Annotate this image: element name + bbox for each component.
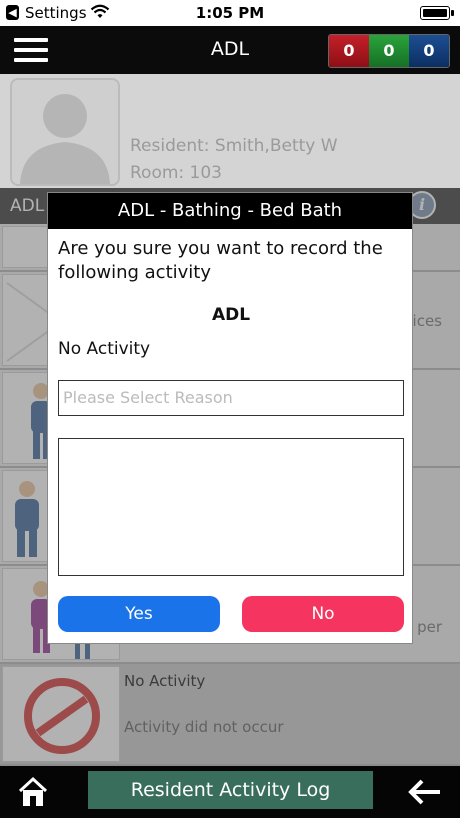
dialog-title: ADL - Bathing - Bed Bath — [48, 193, 412, 229]
dialog-message: Are you sure you want to record the foll… — [58, 238, 383, 283]
yes-button[interactable]: Yes — [58, 596, 220, 632]
confirm-activity-dialog: ADL - Bathing - Bed Bath Are you sure yo… — [47, 192, 413, 644]
blue-counter-badge[interactable]: 0 — [409, 35, 449, 67]
resident-name: Resident: Smith,Betty W — [130, 136, 338, 156]
status-bar: ◀ Settings 1:05 PM — [0, 0, 460, 26]
battery-icon — [420, 6, 454, 20]
home-icon[interactable] — [18, 776, 48, 808]
red-counter-badge[interactable]: 0 — [329, 35, 369, 67]
resident-activity-log-button[interactable]: Resident Activity Log — [88, 771, 373, 809]
back-arrow-icon[interactable] — [408, 778, 442, 806]
app-header: ADL 0 0 0 — [0, 26, 460, 74]
resident-avatar — [10, 78, 120, 186]
dialog-category: ADL — [211, 305, 251, 325]
notes-textarea[interactable] — [58, 438, 404, 576]
resident-panel: Resident: Smith,Betty W Room: 103 — [0, 74, 460, 188]
no-button[interactable]: No — [242, 596, 404, 632]
reason-select[interactable]: Please Select Reason — [58, 380, 404, 416]
resident-room: Room: 103 — [130, 163, 222, 183]
footer-bar: Resident Activity Log — [0, 766, 460, 818]
status-time: 1:05 PM — [195, 4, 265, 22]
alert-counters: 0 0 0 — [328, 34, 450, 68]
green-counter-badge[interactable]: 0 — [369, 35, 409, 67]
dialog-activity: No Activity — [58, 339, 151, 359]
